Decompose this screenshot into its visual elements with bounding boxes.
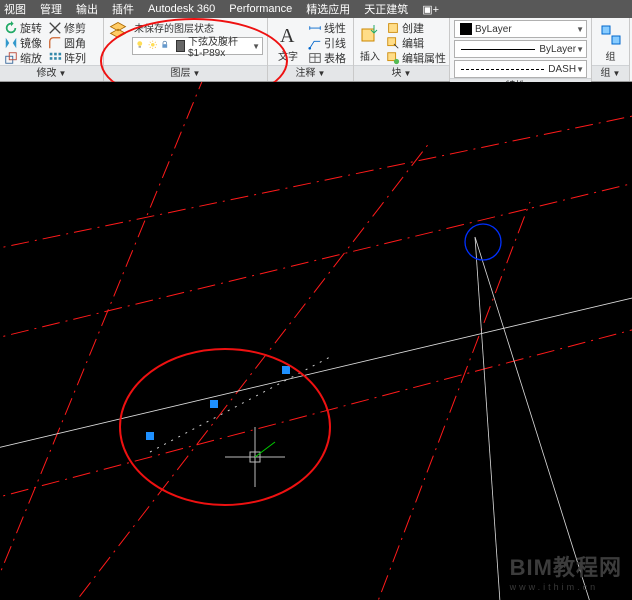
menu-extra[interactable]: ▣+	[422, 3, 439, 16]
tool-table-label: 表格	[324, 50, 346, 66]
tool-array[interactable]: 阵列	[48, 51, 86, 65]
linetype-preview	[461, 49, 535, 50]
mirror-icon	[4, 36, 18, 50]
layer-dropdown[interactable]: 下弦及腹杆$1-P89x ▼	[132, 37, 263, 55]
tool-linear-dim[interactable]: 线性	[308, 21, 346, 35]
dim-icon	[308, 21, 322, 35]
attedit-icon	[386, 51, 400, 65]
tool-insert[interactable]: 插入	[358, 20, 382, 65]
svg-text:A: A	[280, 25, 295, 47]
panel-layer: 未保存的图层状态 下弦及腹杆$1-P89x ▼ 图层▼	[104, 18, 268, 81]
menu-bar: 视图 管理 输出 插件 Autodesk 360 Performance 精选应…	[0, 0, 632, 18]
drawing-viewport[interactable]: BIM教程网 www.ithim.cn	[0, 82, 632, 600]
tool-array-label: 阵列	[64, 50, 86, 66]
group-icon	[599, 23, 623, 47]
trim-icon	[48, 21, 62, 35]
chevron-down-icon: ▼	[576, 45, 584, 54]
panel-group-title[interactable]: 组▼	[592, 65, 629, 81]
table-icon	[308, 51, 322, 65]
tool-block-attedit[interactable]: 编辑属性	[386, 51, 446, 65]
menu-perf[interactable]: Performance	[229, 3, 292, 15]
panel-props: ByLayer ▼ ByLayer ▼ DASH ▼ 特性▼	[450, 18, 592, 81]
layer-properties-icon[interactable]	[108, 20, 128, 40]
color-dropdown[interactable]: ByLayer ▼	[454, 20, 587, 38]
tool-leader-label: 引线	[324, 35, 346, 51]
panel-group: 组 组▼	[592, 18, 630, 81]
tool-trim[interactable]: 修剪	[48, 21, 86, 35]
chevron-down-icon: ▼	[576, 65, 584, 74]
watermark-main: BIM教程网	[510, 555, 622, 580]
tool-mirror-label: 镜像	[20, 35, 42, 51]
tool-rotate[interactable]: 旋转	[4, 21, 42, 35]
panel-layer-title[interactable]: 图层▼	[104, 65, 267, 81]
edit-icon	[386, 36, 400, 50]
ribbon: 旋转 镜像 缩放 修剪 圆角 阵列 修改▼ 未保存的图层状态	[0, 18, 632, 82]
menu-apps[interactable]: 精选应用	[306, 1, 350, 17]
tool-rotate-label: 旋转	[20, 20, 42, 36]
watermark-sub: www.ithim.cn	[510, 582, 622, 592]
tool-trim-label: 修剪	[64, 20, 86, 36]
bulb-icon	[135, 40, 145, 53]
menu-tz[interactable]: 天正建筑	[364, 1, 408, 17]
linetype-dropdown[interactable]: ByLayer ▼	[454, 40, 587, 58]
tool-fillet[interactable]: 圆角	[48, 36, 86, 50]
tool-linear-label: 线性	[324, 20, 346, 36]
color-value: ByLayer	[475, 24, 512, 35]
tool-leader[interactable]: 引线	[308, 36, 346, 50]
menu-view[interactable]: 视图	[4, 1, 26, 17]
chevron-down-icon: ▼	[252, 42, 260, 51]
text-icon: A	[276, 23, 300, 47]
lw-value: DASH	[548, 64, 576, 75]
tool-text[interactable]: A 文字	[272, 20, 304, 65]
tool-insert-label: 插入	[360, 48, 380, 63]
create-icon	[386, 21, 400, 35]
panel-annot-title[interactable]: 注释▼	[268, 65, 353, 81]
menu-a360[interactable]: Autodesk 360	[148, 3, 215, 15]
watermark: BIM教程网 www.ithim.cn	[510, 550, 622, 592]
tool-group[interactable]: 组	[596, 20, 625, 65]
tool-block-edit-label: 编辑	[402, 35, 424, 51]
tool-group-label: 组	[606, 48, 616, 63]
tool-mirror[interactable]: 镜像	[4, 36, 42, 50]
panel-block: 插入 创建 编辑 编辑属性 块▼	[354, 18, 450, 81]
tool-block-create-label: 创建	[402, 20, 424, 36]
lw-preview	[461, 69, 544, 70]
tool-fillet-label: 圆角	[64, 35, 86, 51]
chevron-down-icon: ▼	[576, 25, 584, 34]
color-swatch	[460, 23, 472, 35]
panel-modify: 旋转 镜像 缩放 修剪 圆角 阵列 修改▼	[0, 18, 104, 81]
insert-icon	[358, 23, 382, 47]
tool-block-create[interactable]: 创建	[386, 21, 446, 35]
sun-icon	[148, 40, 158, 53]
linetype-value: ByLayer	[539, 44, 576, 55]
panel-block-title[interactable]: 块▼	[354, 65, 449, 81]
menu-addin[interactable]: 插件	[112, 1, 134, 17]
tool-scale[interactable]: 缩放	[4, 51, 42, 65]
tool-block-attedit-label: 编辑属性	[402, 50, 446, 66]
panel-annot: A 文字 线性 引线 表格 注释▼	[268, 18, 354, 81]
rotate-icon	[4, 21, 18, 35]
layer-current-name: 下弦及腹杆$1-P89x	[188, 33, 252, 59]
tool-block-edit[interactable]: 编辑	[386, 36, 446, 50]
menu-output[interactable]: 输出	[76, 1, 98, 17]
menu-manage[interactable]: 管理	[40, 1, 62, 17]
scale-icon	[4, 51, 18, 65]
panel-modify-title[interactable]: 修改▼	[0, 65, 103, 81]
fillet-icon	[48, 36, 62, 50]
lineweight-dropdown[interactable]: DASH ▼	[454, 60, 587, 78]
tool-scale-label: 缩放	[20, 50, 42, 66]
leader-icon	[308, 36, 322, 50]
lock-icon	[160, 40, 170, 53]
array-icon	[48, 51, 62, 65]
tool-table[interactable]: 表格	[308, 51, 346, 65]
layer-color-swatch	[176, 40, 185, 52]
tool-text-label: 文字	[278, 48, 298, 63]
